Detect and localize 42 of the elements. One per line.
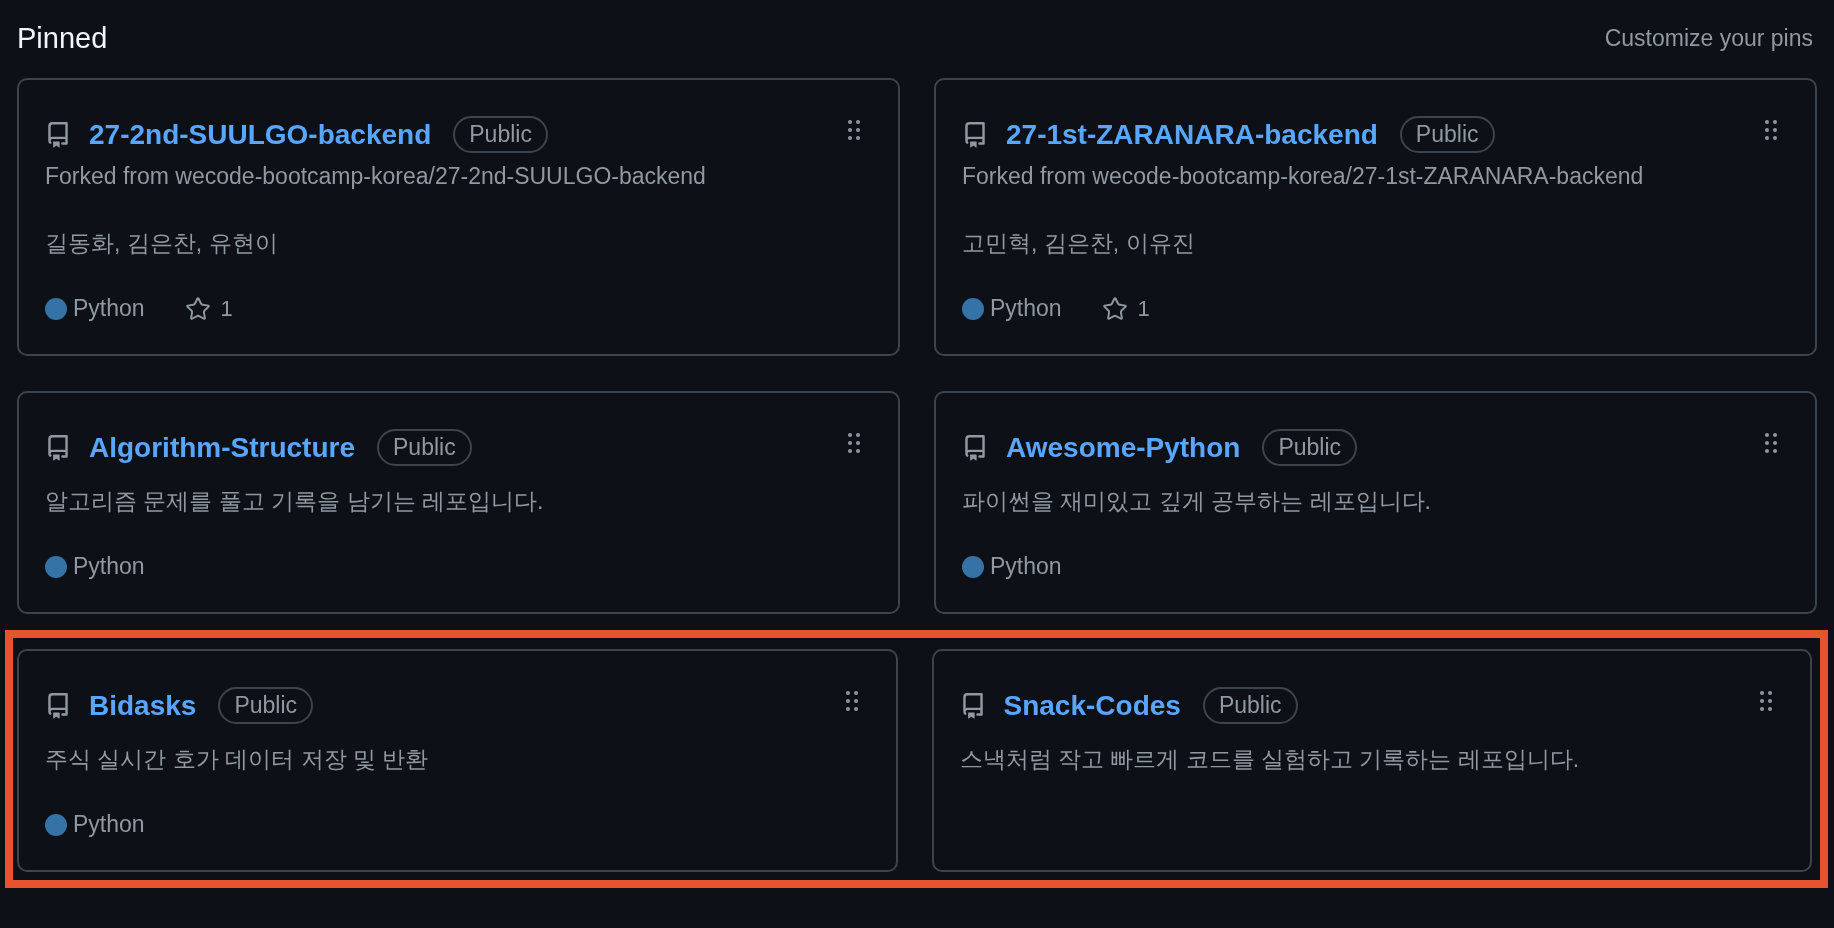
repo-name-link[interactable]: Algorithm-Structure xyxy=(89,431,355,464)
star-icon xyxy=(1101,295,1128,322)
drag-handle-icon[interactable] xyxy=(845,691,858,711)
repo-name-link[interactable]: Awesome-Python xyxy=(1006,431,1241,464)
star-icon xyxy=(184,295,211,322)
repo-description: 알고리즘 문제를 풀고 기록을 남기는 레포입니다. xyxy=(45,487,545,516)
drag-handle-icon[interactable] xyxy=(1765,433,1777,453)
repo-icon xyxy=(962,434,988,461)
drag-handle-icon[interactable] xyxy=(848,120,860,140)
visibility-label: Public xyxy=(1262,429,1358,466)
star-count-link[interactable]: 1 xyxy=(1101,295,1150,322)
drag-handle-icon[interactable] xyxy=(848,433,860,453)
drag-handle-icon[interactable] xyxy=(1765,120,1777,140)
repo-icon xyxy=(45,434,71,461)
star-count-link[interactable]: 1 xyxy=(184,295,233,322)
drag-handle-icon[interactable] xyxy=(1760,691,1772,711)
repo-icon xyxy=(45,121,71,148)
visibility-label: Public xyxy=(377,429,472,466)
language-name: Python xyxy=(73,811,145,838)
customize-pins-link[interactable]: Customize your pins xyxy=(1604,24,1813,52)
repo-name-link[interactable]: 27-2nd-SUULGO-backend xyxy=(89,118,432,151)
visibility-label: Public xyxy=(1399,116,1495,153)
forked-from-text: Forked from wecode-bootcamp-korea/27-2nd-SUULGO-backend xyxy=(45,163,707,190)
forked-from-text: Forked from wecode-bootcamp-korea/27-1st-ZARANARA-backend xyxy=(962,163,1645,190)
language-name: Python xyxy=(73,295,145,322)
visibility-label: Public xyxy=(453,116,548,153)
repo-description: 파이썬을 재미있고 깊게 공부하는 레포입니다. xyxy=(962,487,1432,516)
repo-name-link[interactable]: 27-1st-ZARANARA-backend xyxy=(1006,118,1378,151)
language-name: Python xyxy=(73,553,145,580)
visibility-label: Public xyxy=(1202,687,1298,724)
visibility-label: Public xyxy=(218,687,314,724)
repo-description: 주식 실시간 호가 데이터 저장 및 반환 xyxy=(45,745,430,774)
language-name: Python xyxy=(990,553,1062,580)
repo-description: 스낵처럼 작고 빠르게 코드를 실험하고 기록하는 레포입니다. xyxy=(959,745,1581,774)
language-name: Python xyxy=(990,295,1062,322)
repo-name-link[interactable]: Bidasks xyxy=(89,689,197,722)
section-title: Pinned xyxy=(17,21,108,55)
repo-icon xyxy=(45,692,71,719)
repo-description: 고민혁, 김은찬, 이유진 xyxy=(962,229,1196,258)
repo-name-link[interactable]: Snack-Codes xyxy=(1003,689,1181,722)
repo-icon xyxy=(962,121,988,148)
repo-description: 길동화, 김은찬, 유현이 xyxy=(45,229,279,258)
